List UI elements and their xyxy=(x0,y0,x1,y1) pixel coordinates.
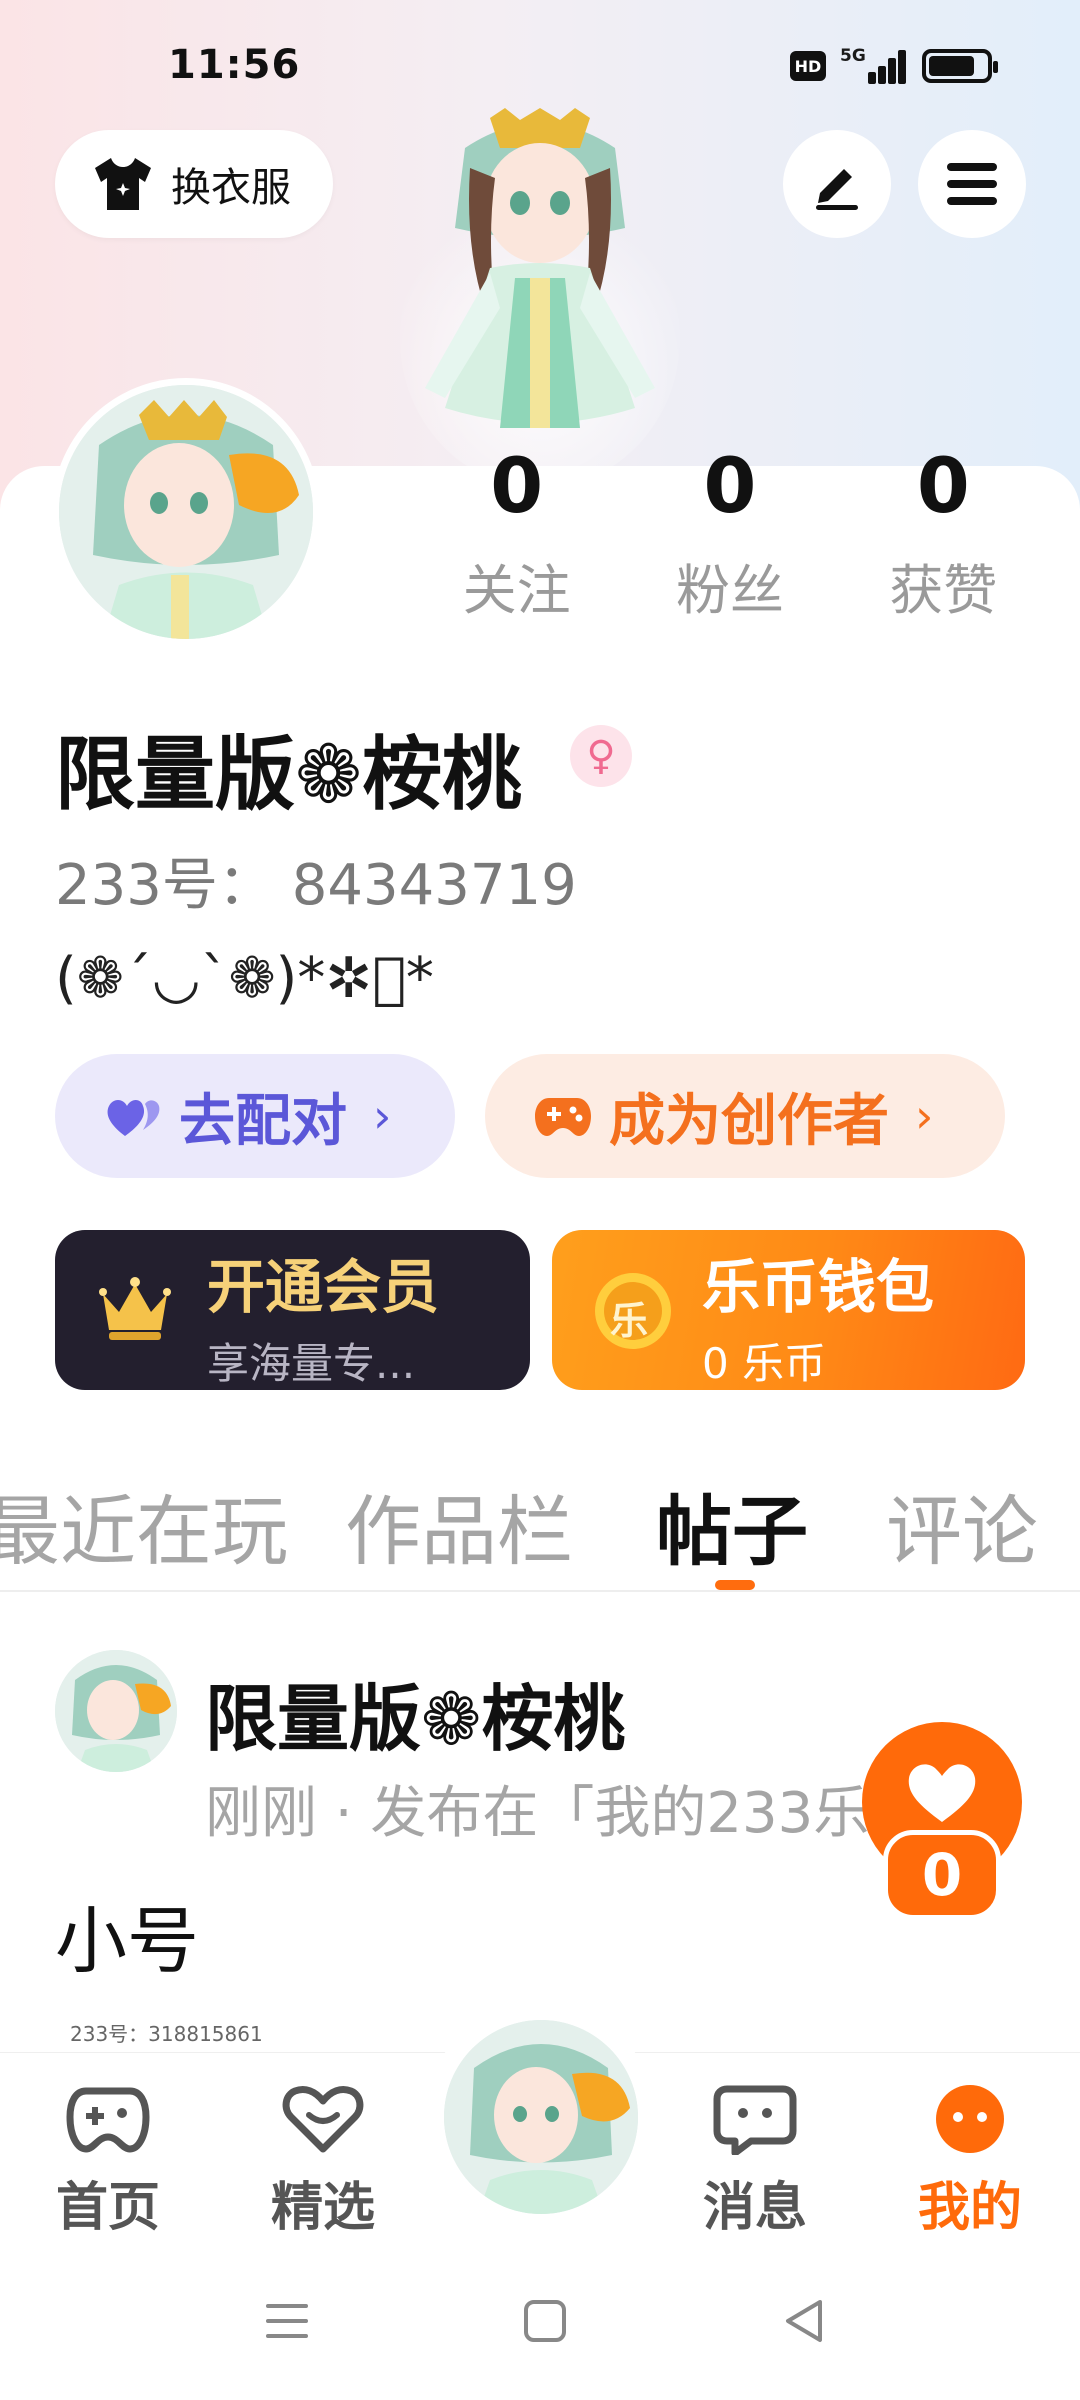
stat-following-count: 0 xyxy=(490,441,544,530)
coin-icon-char: 乐 xyxy=(610,1299,649,1343)
post-author-avatar[interactable] xyxy=(55,1650,177,1772)
stat-likes-label: 获赞 xyxy=(889,559,998,622)
profile-username: 限量版❁桉桃 xyxy=(55,728,523,821)
gender-female-icon: ♀ xyxy=(570,725,632,787)
profile-user-id[interactable]: 233号： 84343719 xyxy=(55,840,577,921)
battery-fill xyxy=(929,56,974,76)
chat-bubble-icon xyxy=(713,2085,797,2157)
tab-recently-played[interactable]: 最近在玩 xyxy=(0,1470,288,1580)
nav-mine[interactable]: 我的 xyxy=(890,2083,1050,2240)
change-outfit-label: 换衣服 xyxy=(171,165,291,211)
avatar-image xyxy=(59,385,313,639)
wallet-title: 乐币钱包 xyxy=(702,1253,935,1321)
pen-icon xyxy=(816,169,858,210)
coin-wallet-button[interactable]: 乐 乐币钱包 0 乐币 xyxy=(552,1230,1025,1390)
tab-comments[interactable]: 评论 xyxy=(886,1470,1038,1580)
stat-following[interactable]: 0 关注 xyxy=(410,448,623,625)
vip-subtitle: 享海量专... xyxy=(207,1339,416,1388)
tab-works[interactable]: 作品栏 xyxy=(345,1470,573,1580)
nav-featured[interactable]: 精选 xyxy=(243,2083,403,2240)
like-count: 0 xyxy=(883,1830,1001,1920)
stat-fans[interactable]: 0 粉丝 xyxy=(623,448,836,625)
stat-following-label: 关注 xyxy=(462,559,571,622)
status-icons: HD 5G xyxy=(790,46,998,84)
stat-fans-label: 粉丝 xyxy=(675,559,784,622)
nav-messages-label: 消息 xyxy=(702,2178,807,2238)
stat-likes-count: 0 xyxy=(916,441,970,530)
center-avatar-button[interactable] xyxy=(444,2020,638,2214)
gamepad-icon xyxy=(66,2087,150,2153)
post-image-caption: 233号：318815861 xyxy=(70,2022,263,2046)
nav-featured-label: 精选 xyxy=(270,2178,375,2238)
profile-stats: 0 关注 0 粉丝 0 获赞 xyxy=(410,448,1050,625)
profile-tabs: 最近在玩 作品栏 帖子 评论 xyxy=(0,1470,1080,1592)
stat-likes[interactable]: 0 获赞 xyxy=(837,448,1050,625)
crown-icon xyxy=(99,1277,171,1340)
hearts-icon xyxy=(107,1100,160,1136)
become-creator-button[interactable]: 成为创作者 › xyxy=(485,1054,1005,1178)
avatar-3d-figure[interactable] xyxy=(395,108,685,478)
status-time: 11:56 xyxy=(168,42,301,88)
vip-membership-button[interactable]: 开通会员 享海量专... xyxy=(55,1230,530,1390)
tab-posts[interactable]: 帖子 xyxy=(656,1470,808,1580)
nav-home-label: 首页 xyxy=(55,2178,160,2238)
heart-chat-icon xyxy=(282,2085,364,2153)
menu-button[interactable] xyxy=(918,130,1026,238)
wallet-balance: 0 乐币 xyxy=(702,1339,827,1388)
profile-avatar[interactable] xyxy=(52,378,320,646)
home-square-icon[interactable] xyxy=(520,2296,570,2346)
chevron-right-icon: › xyxy=(915,1089,934,1143)
avatar-image xyxy=(55,1650,177,1772)
tshirt-icon xyxy=(95,158,151,210)
edit-profile-button[interactable] xyxy=(783,130,891,238)
hamburger-menu-icon xyxy=(947,163,997,205)
gamepad-icon xyxy=(535,1098,591,1136)
battery-icon xyxy=(922,49,998,83)
post-author-name[interactable]: 限量版❁桉桃 xyxy=(205,1660,625,1765)
avatar-image xyxy=(444,2020,638,2214)
network-type-label: 5G xyxy=(840,46,866,66)
chevron-right-icon: › xyxy=(373,1089,392,1143)
post-content-text[interactable]: 小号 xyxy=(55,1882,199,1987)
vip-title: 开通会员 xyxy=(207,1253,440,1321)
become-creator-label: 成为创作者 xyxy=(609,1088,889,1154)
go-match-button[interactable]: 去配对 › xyxy=(55,1054,455,1178)
nav-mine-label: 我的 xyxy=(917,2178,1022,2238)
back-triangle-icon[interactable] xyxy=(780,2296,830,2346)
smiley-dots-icon xyxy=(936,2085,1004,2153)
recent-apps-icon[interactable] xyxy=(262,2296,312,2346)
heart-icon xyxy=(908,1764,976,1822)
nav-messages[interactable]: 消息 xyxy=(675,2083,835,2240)
change-outfit-button[interactable]: 换衣服 xyxy=(55,130,333,238)
go-match-label: 去配对 xyxy=(179,1088,347,1154)
system-navigation-bar xyxy=(0,2252,1080,2400)
signal-icon: 5G xyxy=(840,46,908,84)
stat-fans-count: 0 xyxy=(703,441,757,530)
profile-bio: (❁´◡`❁)*✲ﾟ* xyxy=(55,946,434,1011)
hd-icon: HD xyxy=(790,51,826,81)
nav-home[interactable]: 首页 xyxy=(28,2083,188,2240)
tab-active-indicator xyxy=(715,1580,755,1590)
